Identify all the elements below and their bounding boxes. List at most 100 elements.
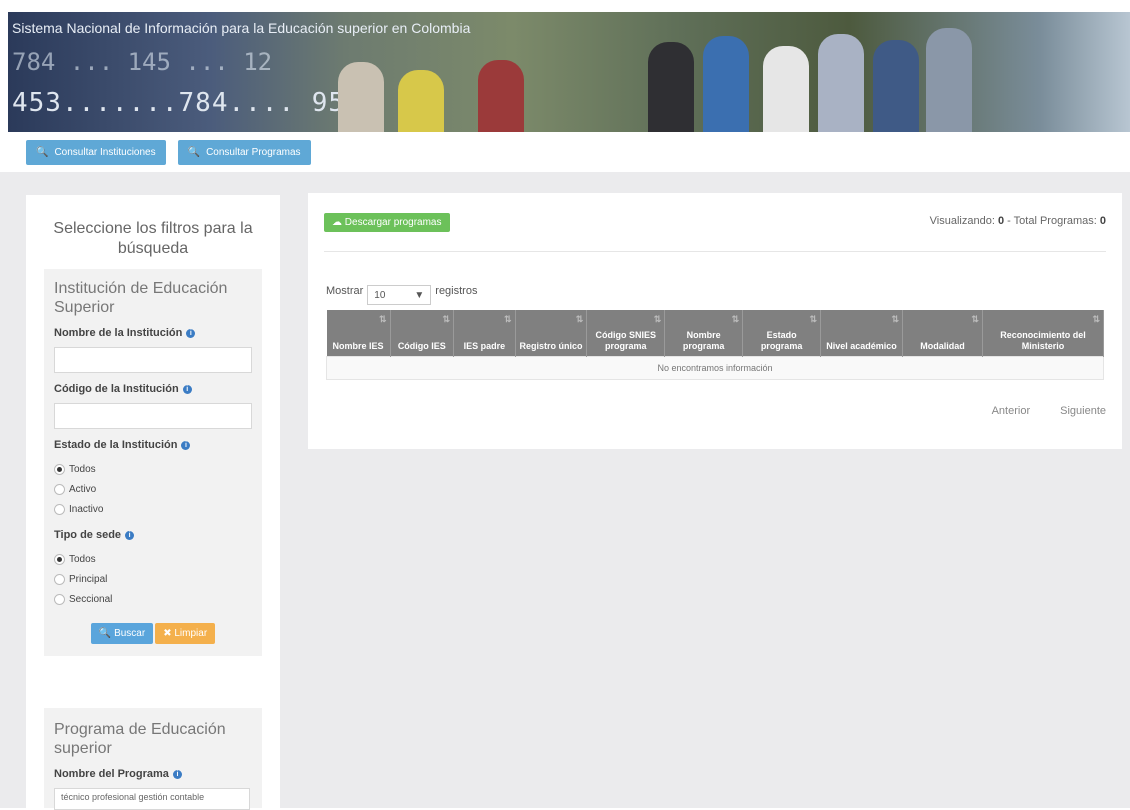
page-size-control: Mostrar 10 ▼ registros xyxy=(326,277,477,305)
programa-filters: Programa de Educación superior Nombre de… xyxy=(44,708,262,810)
buscar-button[interactable]: 🔍 Buscar xyxy=(90,623,154,644)
sort-icon: ⇅ xyxy=(442,314,451,324)
tipo-sede-label: Tipo de sede i xyxy=(54,529,252,541)
search-icon: 🔍 xyxy=(36,147,49,158)
column-label: Registro único xyxy=(519,340,583,351)
cloud-download-icon: ☁ xyxy=(332,217,345,228)
nombre-institucion-label-text: Nombre de la Institución xyxy=(54,327,183,339)
column-label: Nivel académico xyxy=(826,340,897,351)
visualizando-value: 0 xyxy=(997,215,1005,227)
anterior-button[interactable]: Anterior xyxy=(992,405,1031,417)
column-header-ies-padre[interactable]: ⇅ IES padre xyxy=(453,310,516,356)
chevron-down-icon: ▼ xyxy=(414,289,425,301)
radio-icon xyxy=(54,573,65,585)
nombre-institucion-input[interactable] xyxy=(54,347,252,373)
column-header-estado-programa[interactable]: ⇅ Estado programa xyxy=(742,310,822,356)
banner-photo-person xyxy=(703,36,749,132)
radio-icon xyxy=(54,593,65,605)
nombre-institucion-label: Nombre de la Institución i xyxy=(54,327,252,339)
nombre-programa-label-text: Nombre del Programa xyxy=(54,768,169,780)
banner-photo-person xyxy=(926,28,972,132)
codigo-institucion-label: Código de la Institución i xyxy=(54,383,252,395)
nombre-programa-label: Nombre del Programa i xyxy=(54,768,252,780)
total-label: - Total Programas: xyxy=(1007,215,1097,227)
estado-radio-todos[interactable]: Todos xyxy=(54,459,252,479)
filters-title: Seleccione los filtros para la búsqueda xyxy=(53,220,253,257)
siguiente-button[interactable]: Siguiente xyxy=(1060,405,1106,417)
banner-numbers-bottom: 453.......784.... 95 xyxy=(12,88,346,118)
registros-label: registros xyxy=(435,285,478,297)
results-count: Visualizando: 0 - Total Programas: 0 xyxy=(930,215,1106,227)
empty-message: No encontramos información xyxy=(326,355,1104,380)
banner-photo-person xyxy=(398,70,444,132)
radio-icon xyxy=(54,483,65,495)
results-panel: ☁ Descargar programas Visualizando: 0 - … xyxy=(308,193,1122,449)
column-header-codigo-snies[interactable]: ⇅ Código SNIES programa xyxy=(586,310,666,356)
tipo-sede-label-text: Tipo de sede xyxy=(54,529,122,541)
sort-icon: ⇅ xyxy=(653,314,662,324)
column-label: IES padre xyxy=(463,340,506,351)
programs-table: ⇅ Nombre IES ⇅ Código IES ⇅ IES padre ⇅ Regi… xyxy=(326,310,1105,380)
radio-label: Todos xyxy=(69,553,96,565)
top-navigation: 🔍 Consultar Instituciones 🔍 Consultar Pr… xyxy=(26,140,311,165)
sede-radio-principal[interactable]: Principal xyxy=(54,569,252,589)
codigo-institucion-input[interactable] xyxy=(54,403,252,429)
sede-radio-todos[interactable]: Todos xyxy=(54,549,252,569)
estado-radio-activo[interactable]: Activo xyxy=(54,479,252,499)
sort-icon: ⇅ xyxy=(1092,314,1100,324)
estado-radio-inactivo[interactable]: Inactivo xyxy=(54,499,252,519)
consultar-instituciones-label: Consultar Instituciones xyxy=(54,147,156,158)
sort-icon: ⇅ xyxy=(504,314,512,324)
descargar-programas-button[interactable]: ☁ Descargar programas xyxy=(324,213,450,232)
column-label: Reconocimiento del Ministerio xyxy=(1000,329,1086,351)
sort-icon: ⇅ xyxy=(379,314,387,324)
descargar-programas-label: Descargar programas xyxy=(344,217,442,228)
column-header-nivel-academico[interactable]: ⇅ Nivel académico xyxy=(820,310,904,356)
mostrar-label: Mostrar xyxy=(326,285,364,297)
column-header-nombre-ies[interactable]: ⇅ Nombre IES xyxy=(326,310,391,356)
banner-photo-person xyxy=(763,46,809,132)
radio-selected-icon xyxy=(54,553,65,565)
info-icon[interactable]: i xyxy=(186,328,196,338)
sede-radio-seccional[interactable]: Seccional xyxy=(54,589,252,609)
institucion-heading: Institución de Educación Superior xyxy=(54,280,228,316)
banner-photo-person xyxy=(478,60,524,132)
sort-icon: ⇅ xyxy=(575,314,584,324)
column-label: Nombre programa xyxy=(682,329,725,351)
column-header-reconocimiento[interactable]: ⇅ Reconocimiento del Ministerio xyxy=(982,310,1105,356)
limpiar-button[interactable]: ✖ Limpiar xyxy=(155,623,216,644)
table-row: No encontramos información xyxy=(326,355,1104,380)
limpiar-label: Limpiar xyxy=(174,628,208,639)
banner-photo-person xyxy=(338,62,384,132)
consultar-programas-button[interactable]: 🔍 Consultar Programas xyxy=(177,140,311,165)
column-header-modalidad[interactable]: ⇅ Modalidad xyxy=(902,310,983,356)
total-value: 0 xyxy=(1099,215,1106,227)
consultar-instituciones-button[interactable]: 🔍 Consultar Instituciones xyxy=(26,140,166,165)
info-icon[interactable]: i xyxy=(181,440,191,450)
radio-label: Seccional xyxy=(69,593,113,605)
column-header-codigo-ies[interactable]: ⇅ Código IES xyxy=(390,310,455,356)
close-icon: ✖ xyxy=(163,628,175,639)
banner-numbers-top: 784 ... 145 ... 12 xyxy=(12,48,273,76)
radio-label: Inactivo xyxy=(69,503,104,515)
column-header-registro-unico[interactable]: ⇅ Registro único xyxy=(515,310,588,356)
institucion-filters: Institución de Educación Superior Nombre… xyxy=(44,269,262,656)
column-label: Código IES xyxy=(397,340,446,351)
info-icon[interactable]: i xyxy=(182,384,192,394)
column-header-nombre-programa[interactable]: ⇅ Nombre programa xyxy=(664,310,744,356)
divider xyxy=(324,251,1106,252)
nombre-programa-input[interactable]: técnico profesional gestión contable xyxy=(54,788,250,810)
column-label: Estado programa xyxy=(760,329,803,351)
page-size-select[interactable]: 10 ▼ xyxy=(367,285,432,305)
banner-photo-person xyxy=(818,34,864,132)
estado-institucion-label-text: Estado de la Institución xyxy=(54,439,178,451)
estado-institucion-label: Estado de la Institución i xyxy=(54,439,252,451)
radio-label: Principal xyxy=(69,573,108,585)
search-icon: 🔍 xyxy=(187,147,201,158)
info-icon[interactable]: i xyxy=(125,530,135,540)
info-icon[interactable]: i xyxy=(172,769,182,779)
radio-label: Activo xyxy=(69,483,97,495)
table-header-row: ⇅ Nombre IES ⇅ Código IES ⇅ IES padre ⇅ Regi… xyxy=(326,310,1105,356)
pagination: Anterior Siguiente xyxy=(992,405,1106,417)
consultar-programas-label: Consultar Programas xyxy=(206,147,301,158)
